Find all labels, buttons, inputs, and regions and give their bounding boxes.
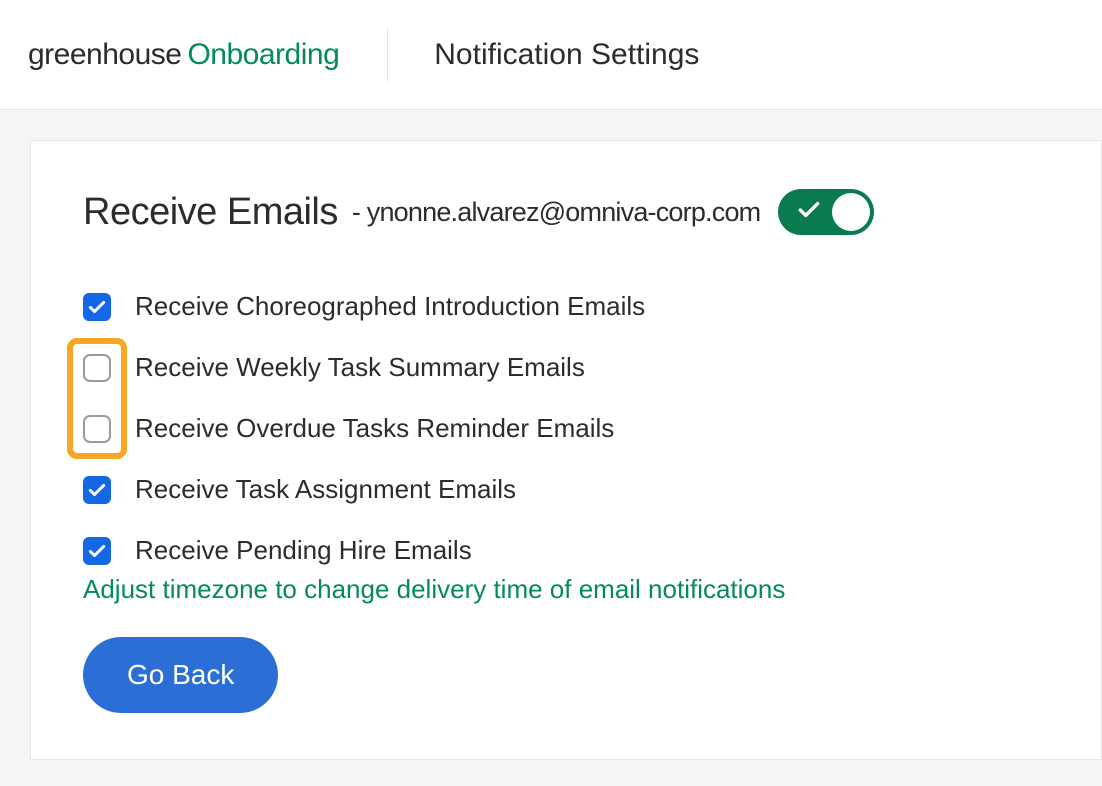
checkmark-icon <box>796 197 822 228</box>
receive-emails-toggle[interactable] <box>778 189 874 235</box>
checkbox[interactable] <box>83 537 111 565</box>
option-label: Receive Pending Hire Emails <box>135 535 472 566</box>
email-options-list: Receive Choreographed Introduction Email… <box>83 291 1049 566</box>
section-heading: Receive Emails <box>83 191 338 234</box>
email-option-row: Receive Pending Hire Emails <box>83 535 1049 566</box>
email-option-row: Receive Overdue Tasks Reminder Emails <box>83 413 1049 444</box>
go-back-button[interactable]: Go Back <box>83 637 278 713</box>
option-label: Receive Choreographed Introduction Email… <box>135 291 645 322</box>
user-email: - ynonne.alvarez@omniva-corp.com <box>352 197 760 228</box>
checkbox[interactable] <box>83 415 111 443</box>
brand-logo: greenhouse Onboarding <box>28 38 339 72</box>
checkbox[interactable] <box>83 293 111 321</box>
vertical-divider <box>387 27 388 83</box>
checkbox[interactable] <box>83 476 111 504</box>
timezone-link[interactable]: Adjust timezone to change delivery time … <box>83 574 1049 605</box>
brand-text-primary: greenhouse <box>28 38 181 72</box>
email-option-row: Receive Task Assignment Emails <box>83 474 1049 505</box>
option-label: Receive Weekly Task Summary Emails <box>135 352 585 383</box>
settings-card: Receive Emails - ynonne.alvarez@omniva-c… <box>30 140 1102 760</box>
toggle-knob <box>832 193 870 231</box>
option-label: Receive Task Assignment Emails <box>135 474 516 505</box>
brand-text-secondary: Onboarding <box>187 38 339 72</box>
email-option-row: Receive Choreographed Introduction Email… <box>83 291 1049 322</box>
option-label: Receive Overdue Tasks Reminder Emails <box>135 413 614 444</box>
top-bar: greenhouse Onboarding Notification Setti… <box>0 0 1102 110</box>
checkbox[interactable] <box>83 354 111 382</box>
email-option-row: Receive Weekly Task Summary Emails <box>83 352 1049 383</box>
page-title: Notification Settings <box>434 38 699 72</box>
heading-row: Receive Emails - ynonne.alvarez@omniva-c… <box>83 189 1049 235</box>
page-background: Receive Emails - ynonne.alvarez@omniva-c… <box>0 110 1102 786</box>
